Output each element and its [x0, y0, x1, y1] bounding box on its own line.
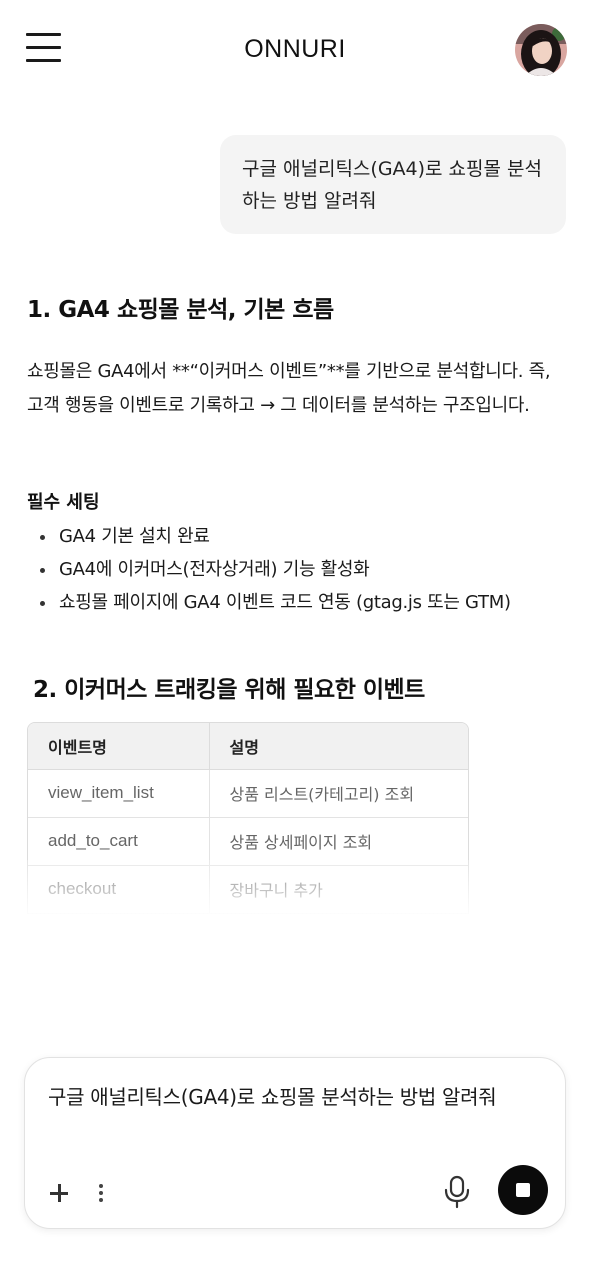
table-row: add_to_cart 상품 상세페이지 조회 — [28, 817, 468, 866]
stop-icon — [516, 1183, 530, 1197]
table-row: checkout 장바구니 추가 — [28, 865, 468, 914]
chat-screen: ONNURI 구글 애널리틱스(GA4)로 쇼핑몰 분석하는 방법 알려줘 1.… — [0, 0, 590, 1278]
list-item: GA4에 이커머스(전자상거래) 기능 활성화 — [36, 553, 511, 586]
events-table: 이벤트명 설명 view_item_list 상품 리스트(카테고리) 조회 a… — [27, 722, 469, 914]
table-row: view_item_list 상품 리스트(카테고리) 조회 — [28, 769, 468, 818]
top-bar: ONNURI — [0, 0, 590, 96]
user-avatar[interactable] — [515, 24, 567, 76]
table-header-row: 이벤트명 설명 — [28, 723, 468, 770]
list-item: GA4 기본 설치 완료 — [36, 520, 511, 553]
event-name-cell: checkout — [28, 865, 210, 914]
section-paragraph: 쇼핑몰은 GA4에서 **“이커머스 이벤트”**를 기반으로 분석합니다. 즉… — [27, 361, 551, 416]
section-heading-1: 1. GA4 쇼핑몰 분석, 기본 흐름 — [27, 297, 334, 323]
event-name-cell: add_to_cart — [28, 817, 210, 866]
user-message-bubble: 구글 애널리틱스(GA4)로 쇼핑몰 분석하는 방법 알려줘 — [220, 135, 566, 234]
composer-input[interactable]: 구글 애널리틱스(GA4)로 쇼핑몰 분석하는 방법 알려줘 — [48, 1080, 518, 1115]
column-header-description: 설명 — [209, 723, 468, 770]
message-composer[interactable]: 구글 애널리틱스(GA4)로 쇼핑몰 분석하는 방법 알려줘 — [24, 1057, 566, 1229]
description-cell: 상품 상세페이지 조회 — [209, 817, 468, 866]
more-vertical-icon[interactable] — [93, 1182, 109, 1204]
description-cell: 장바구니 추가 — [209, 865, 468, 914]
event-name-cell: view_item_list — [28, 769, 210, 818]
microphone-icon[interactable] — [443, 1175, 471, 1209]
section-heading-2: 2. 이커머스 트래킹을 위해 필요한 이벤트 — [33, 677, 425, 703]
stop-button[interactable] — [498, 1165, 548, 1215]
plus-icon[interactable] — [48, 1182, 70, 1204]
description-cell: 상품 리스트(카테고리) 조회 — [209, 769, 468, 818]
app-title: ONNURI — [244, 35, 346, 63]
column-header-event-name: 이벤트명 — [28, 723, 210, 770]
list-item: 쇼핑몰 페이지에 GA4 이벤트 코드 연동 (gtag.js 또는 GTM) — [36, 586, 511, 619]
required-setup-heading: 필수 세팅 — [27, 492, 100, 513]
setup-bullet-list: GA4 기본 설치 완료 GA4에 이커머스(전자상거래) 기능 활성화 쇼핑몰… — [36, 520, 511, 619]
